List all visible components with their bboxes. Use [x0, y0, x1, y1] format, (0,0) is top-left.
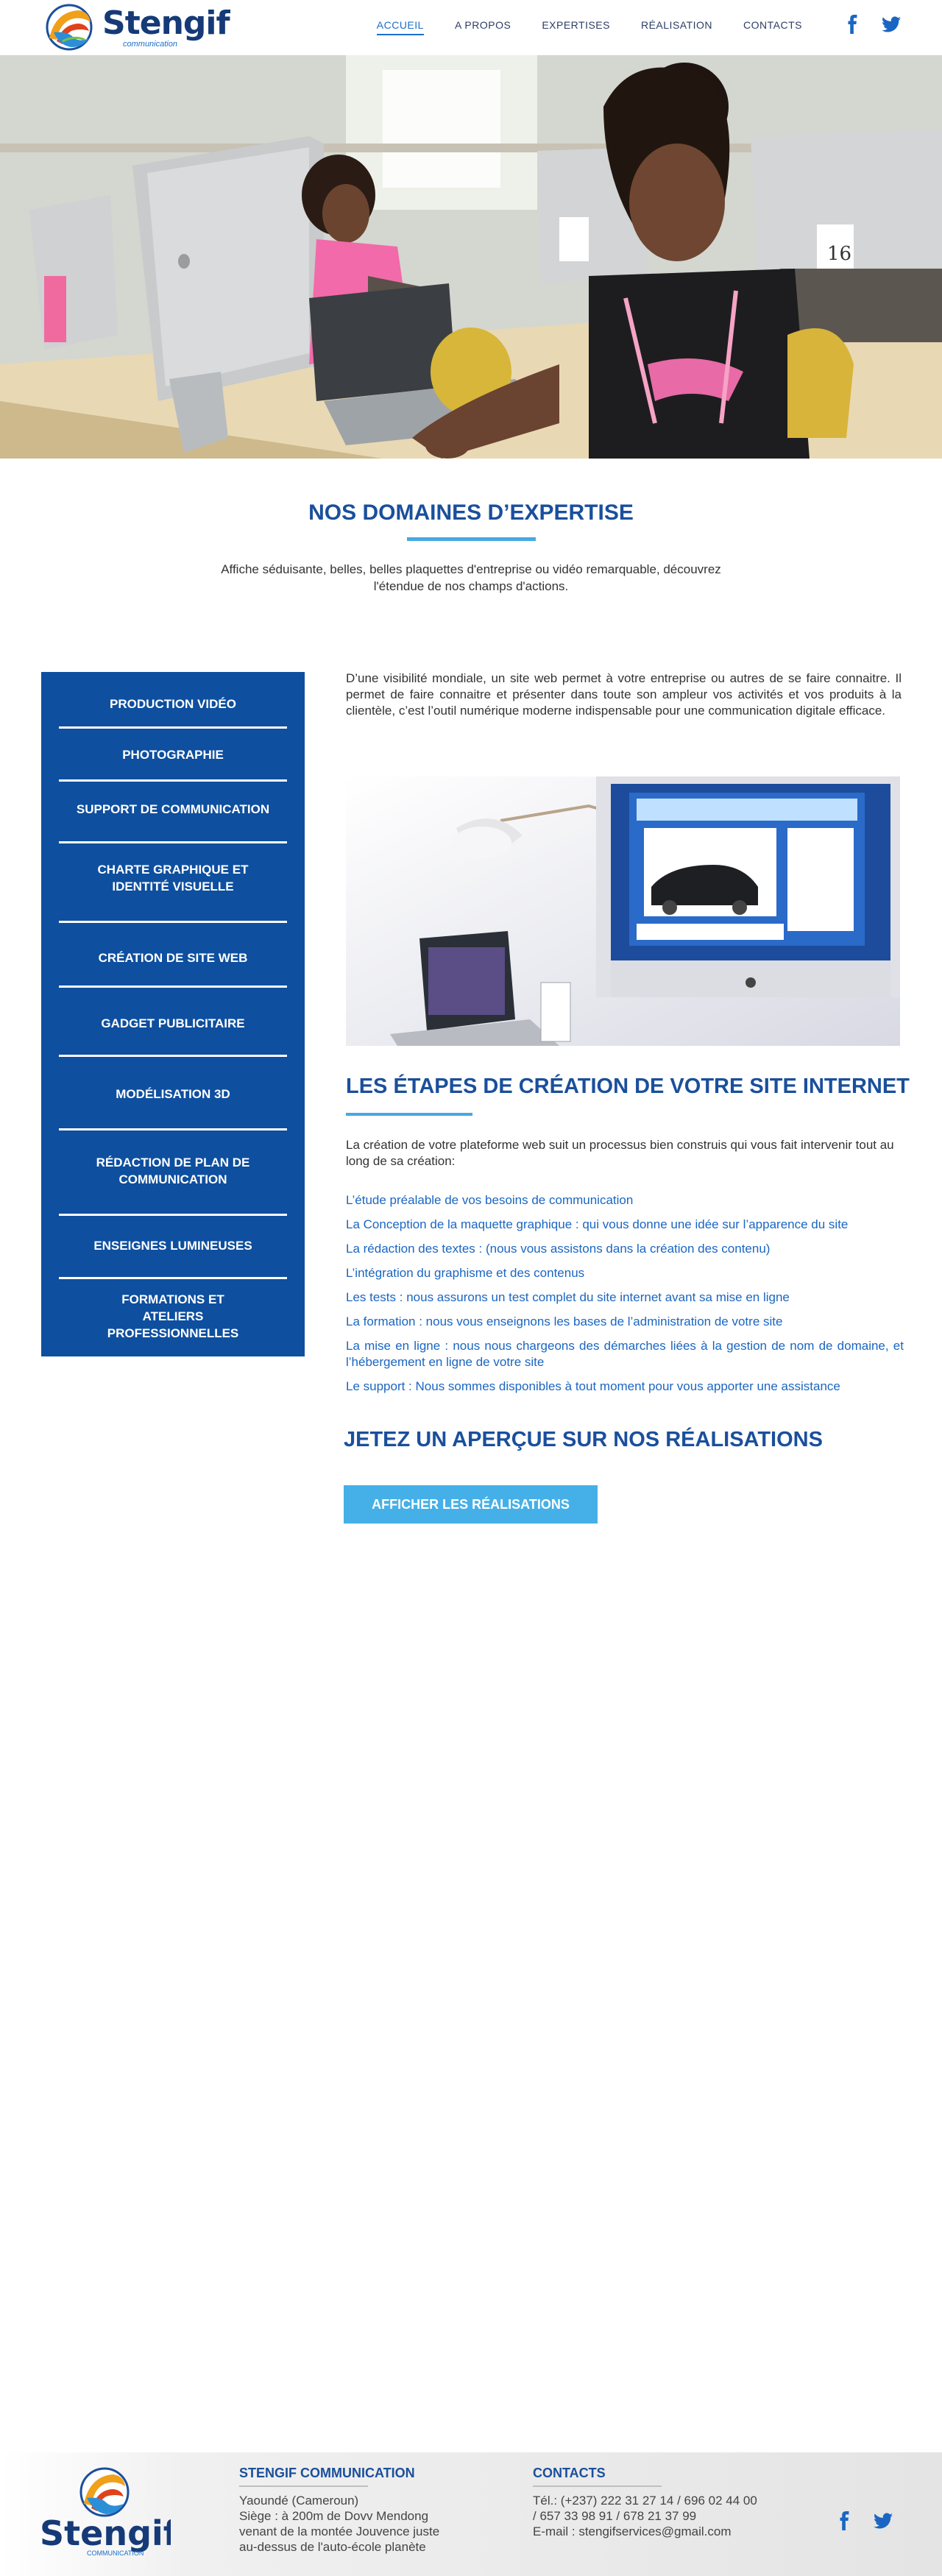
website-mockup-image: [346, 776, 900, 1046]
expertise-title: NOS DOMAINES D’EXPERTISE: [308, 500, 634, 525]
step-item: Les tests : nous assurons un test comple…: [346, 1290, 790, 1304]
sidebar-divider: [59, 1214, 287, 1216]
footer-logo-tagline: COMMUNICATION: [87, 2550, 144, 2557]
nav-item-expertises[interactable]: EXPERTISES: [542, 19, 610, 35]
facebook-icon[interactable]: [843, 15, 863, 34]
main-nav: ACCUEIL A PROPOS EXPERTISES RÉALISATION …: [346, 19, 802, 35]
steps-list: L’étude préalable de vos besoins de comm…: [346, 1192, 904, 1403]
expertise-intro: Affiche séduisante, belles, belles plaqu…: [221, 562, 721, 593]
sidebar-item-creation-site-web[interactable]: CRÉATION DE SITE WEB: [59, 928, 287, 987]
logo-tagline: communication: [123, 40, 177, 49]
sidebar-divider: [59, 986, 287, 988]
footer-phone[interactable]: Tél.: (+237) 222 31 27 14 / 696 02 44 00: [533, 2493, 798, 2508]
nav-item-accueil[interactable]: ACCUEIL: [376, 19, 424, 35]
sidebar-divider: [59, 921, 287, 923]
logo-text: Stengif: [102, 4, 230, 42]
twitter-icon[interactable]: [874, 2511, 893, 2530]
sidebar-item-photographie[interactable]: PHOTOGRAPHIE: [59, 734, 287, 775]
steps-intro: La création de votre plateforme web suit…: [346, 1138, 894, 1168]
footer-company-title: STENGIF COMMUNICATION: [239, 2466, 415, 2480]
facebook-icon[interactable]: [835, 2511, 854, 2530]
footer-contacts-title: CONTACTS: [533, 2466, 606, 2480]
step-item: L’étude préalable de vos besoins de comm…: [346, 1193, 634, 1207]
step-item: La rédaction des textes : (nous vous ass…: [346, 1242, 771, 1256]
sidebar-divider: [59, 726, 287, 729]
footer-social-links: [835, 2511, 893, 2530]
website-intro-paragraph: D’une visibilité mondiale, un site web p…: [346, 671, 902, 718]
step-item: Le support : Nous sommes disponibles à t…: [346, 1379, 840, 1393]
sidebar-item-gadget-publicitaire[interactable]: GADGET PUBLICITAIRE: [59, 993, 287, 1053]
step-item: L’intégration du graphisme et des conten…: [346, 1266, 585, 1280]
footer-divider: [239, 2485, 368, 2487]
show-realisations-button[interactable]: AFFICHER LES RÉALISATIONS: [344, 1485, 598, 1524]
sidebar-item-modelisation-3d[interactable]: MODÉLISATION 3D: [59, 1062, 287, 1125]
expertise-title-underline: [407, 537, 536, 541]
hero-image: 16: [0, 55, 942, 459]
site-logo[interactable]: Stengif communication: [40, 3, 230, 52]
site-header: Stengif communication ACCUEIL A PROPOS E…: [0, 0, 942, 55]
footer-contacts: CONTACTS Tél.: (+237) 222 31 27 14 / 696…: [533, 2466, 798, 2539]
footer-address-line: Yaoundé (Cameroun): [239, 2494, 359, 2508]
website-mockup-illustration: [346, 776, 900, 1046]
sidebar-item-enseignes-lumineuses[interactable]: ENSEIGNES LUMINEUSES: [59, 1221, 287, 1270]
sidebar-item-redaction-plan[interactable]: RÉDACTION DE PLAN DE COMMUNICATION: [59, 1136, 287, 1206]
footer-address-line: au-dessus de l'auto-école planète: [239, 2540, 426, 2554]
sidebar-divider: [59, 779, 287, 782]
svg-text:16: 16: [827, 243, 851, 265]
sidebar-divider: [59, 1128, 287, 1130]
step-item: La mise en ligne : nous nous chargeons d…: [346, 1339, 904, 1369]
footer-logo-text: Stengif: [40, 2513, 171, 2553]
logo-mark-icon: [46, 4, 93, 51]
sidebar-divider: [59, 841, 287, 843]
hero-illustration: 16: [0, 55, 942, 459]
realisations-title: JETEZ UN APERÇUE SUR NOS RÉALISATIONS: [344, 1428, 823, 1451]
steps-title: LES ÉTAPES DE CRÉATION DE VOTRE SITE INT…: [346, 1075, 910, 1098]
nav-item-realisation[interactable]: RÉALISATION: [641, 19, 712, 35]
sidebar-item-formations-ateliers[interactable]: FORMATIONS ET ATELIERS PROFESSIONNELLES: [59, 1284, 287, 1348]
footer-company: STENGIF COMMUNICATION Yaoundé (Cameroun)…: [239, 2466, 497, 2555]
sidebar-divider: [59, 1055, 287, 1057]
step-item: La Conception de la maquette graphique :…: [346, 1217, 849, 1231]
twitter-icon[interactable]: [882, 15, 901, 34]
sidebar-divider: [59, 1277, 287, 1279]
steps-title-underline: [346, 1113, 472, 1116]
site-footer: Stengif COMMUNICATION STENGIF COMMUNICAT…: [0, 2452, 942, 2576]
footer-address-line: venant de la montée Jouvence juste: [239, 2524, 440, 2538]
step-item: La formation : nous vous enseignons les …: [346, 1314, 783, 1328]
footer-logo[interactable]: Stengif COMMUNICATION: [38, 2466, 171, 2558]
nav-item-contacts[interactable]: CONTACTS: [743, 19, 802, 35]
sidebar-item-charte-graphique[interactable]: CHARTE GRAPHIQUE ET IDENTITÉ VISUELLE: [59, 849, 287, 907]
expertise-sidebar: PRODUCTION VIDÉO PHOTOGRAPHIE SUPPORT DE…: [41, 672, 305, 1356]
sidebar-item-production-video[interactable]: PRODUCTION VIDÉO: [59, 688, 287, 719]
footer-address-line: Siège : à 200m de Dovv Mendong: [239, 2509, 429, 2523]
sidebar-item-support-communication[interactable]: SUPPORT DE COMMUNICATION: [59, 788, 287, 829]
header-social-links: [843, 15, 901, 34]
nav-item-a-propos[interactable]: A PROPOS: [455, 19, 511, 35]
footer-phone[interactable]: / 657 33 98 91 / 678 21 37 99: [533, 2508, 798, 2524]
footer-email[interactable]: E-mail : stengifservices@gmail.com: [533, 2524, 798, 2539]
footer-divider: [533, 2485, 662, 2487]
